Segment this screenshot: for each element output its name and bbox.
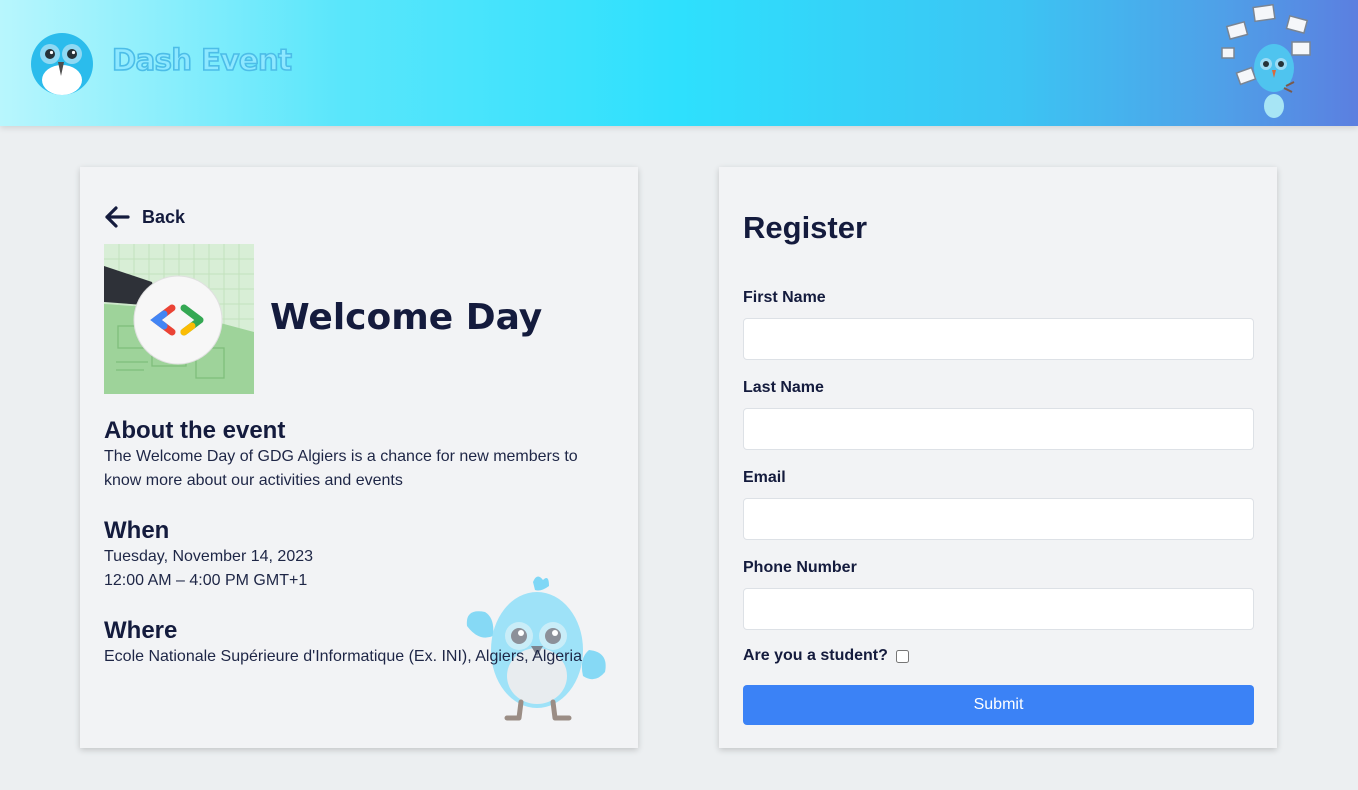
first-name-field[interactable] bbox=[743, 318, 1254, 360]
phone-number-label: Phone Number bbox=[743, 559, 857, 576]
back-label[interactable]: Back bbox=[142, 207, 185, 228]
about-text-line1: The Welcome Day of GDG Algiers is a chan… bbox=[104, 448, 578, 465]
student-checkbox[interactable] bbox=[895, 649, 909, 663]
last-name-label: Last Name bbox=[743, 379, 824, 396]
last-name-field[interactable] bbox=[743, 408, 1254, 450]
first-name-label: First Name bbox=[743, 289, 826, 306]
back-button[interactable]: Back bbox=[104, 206, 185, 228]
where-text: Ecole Nationale Supérieure d'Informatiqu… bbox=[104, 648, 582, 665]
brand-name[interactable]: Dash Event bbox=[111, 42, 293, 78]
student-label: Are you a student? bbox=[743, 647, 888, 664]
when-heading: When bbox=[104, 517, 170, 544]
about-heading: About the event bbox=[104, 417, 286, 444]
about-text-line2: know more about our activities and event… bbox=[104, 472, 403, 489]
register-card: Register First Name Last Name Email Phon… bbox=[719, 167, 1277, 748]
bird-mascot-juggling-laptops-icon bbox=[1221, 3, 1311, 118]
event-title: Welcome Day bbox=[270, 297, 543, 338]
where-heading: Where bbox=[104, 617, 178, 644]
phone-number-field[interactable] bbox=[743, 588, 1254, 630]
owl-logo-icon[interactable] bbox=[30, 32, 94, 96]
submit-button[interactable]: Submit bbox=[743, 685, 1254, 725]
gdg-code-brackets-icon bbox=[104, 244, 254, 394]
email-field[interactable] bbox=[743, 498, 1254, 540]
register-title: Register bbox=[743, 210, 868, 245]
event-details-card: Back Welcome Day About the event The Wel… bbox=[80, 167, 638, 748]
header-bar: Dash Event bbox=[0, 0, 1358, 126]
when-date: Tuesday, November 14, 2023 bbox=[104, 548, 314, 565]
student-row: Are you a student? bbox=[743, 647, 909, 665]
when-time: 12:00 AM – 4:00 PM GMT+1 bbox=[104, 572, 308, 589]
email-label: Email bbox=[743, 469, 786, 486]
arrow-left-icon bbox=[105, 206, 130, 228]
